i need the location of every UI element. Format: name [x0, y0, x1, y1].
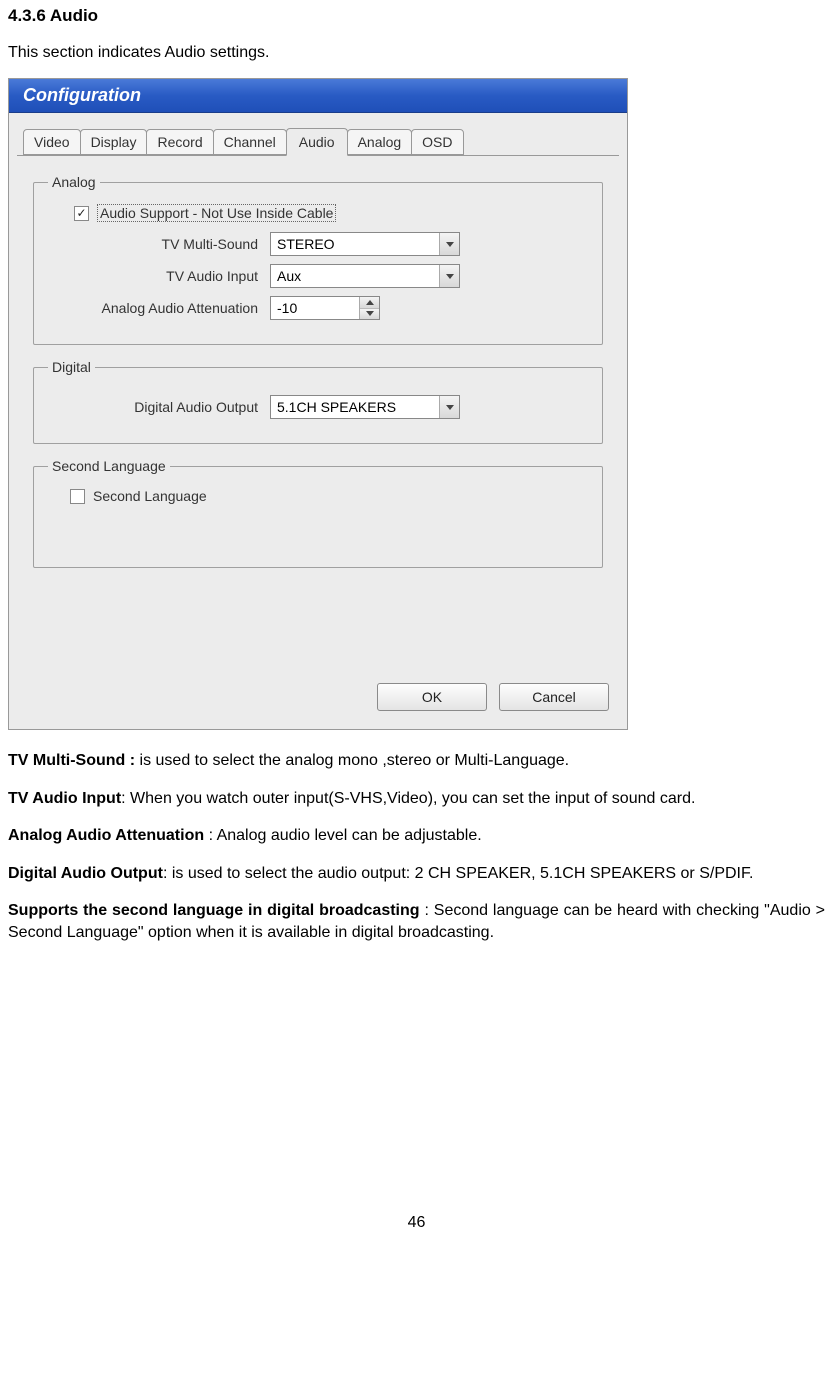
section-heading: 4.3.6 Audio — [8, 6, 825, 26]
group-analog-legend: Analog — [48, 174, 100, 190]
tv-audio-input-value: Aux — [277, 268, 301, 284]
chevron-down-icon — [439, 233, 459, 255]
audio-support-row: Audio Support - Not Use Inside Cable — [74, 204, 588, 222]
desc-tv-multi-sound: TV Multi-Sound : is used to select the a… — [8, 750, 825, 772]
group-second-language: Second Language Second Language — [33, 458, 603, 568]
audio-support-label: Audio Support - Not Use Inside Cable — [97, 204, 336, 222]
section-intro: This section indicates Audio settings. — [8, 44, 825, 62]
config-window: Configuration Video Display Record Chann… — [8, 78, 628, 730]
attenuation-label: Analog Audio Attenuation — [48, 300, 258, 316]
tv-multi-sound-label: TV Multi-Sound — [48, 236, 258, 252]
group-analog: Analog Audio Support - Not Use Inside Ca… — [33, 174, 603, 345]
second-language-checkbox[interactable] — [70, 489, 85, 504]
tv-audio-input-select[interactable]: Aux — [270, 264, 460, 288]
dialog-button-row: OK Cancel — [9, 675, 627, 711]
tab-display[interactable]: Display — [80, 129, 148, 155]
digital-output-value: 5.1CH SPEAKERS — [277, 399, 396, 415]
second-language-row: Second Language — [70, 488, 588, 504]
desc-second-language: Supports the second language in digital … — [8, 900, 825, 943]
tab-audio[interactable]: Audio — [286, 128, 348, 156]
tab-strip: Video Display Record Channel Audio Analo… — [9, 113, 627, 155]
tab-channel[interactable]: Channel — [213, 129, 287, 155]
chevron-down-icon — [439, 265, 459, 287]
desc-digital-output: Digital Audio Output: is used to select … — [8, 863, 825, 885]
desc-attenuation: Analog Audio Attenuation : Analog audio … — [8, 825, 825, 847]
cancel-button[interactable]: Cancel — [499, 683, 609, 711]
group-digital-legend: Digital — [48, 359, 95, 375]
audio-support-checkbox[interactable] — [74, 206, 89, 221]
digital-output-label: Digital Audio Output — [48, 399, 258, 415]
desc-tv-audio-input: TV Audio Input: When you watch outer inp… — [8, 788, 825, 810]
window-title: Configuration — [9, 79, 627, 113]
spinner-down-icon[interactable] — [360, 309, 379, 320]
tab-video[interactable]: Video — [23, 129, 81, 155]
page-number: 46 — [8, 1214, 825, 1232]
attenuation-spinner[interactable]: -10 — [270, 296, 380, 320]
tab-analog[interactable]: Analog — [347, 129, 413, 155]
digital-output-select[interactable]: 5.1CH SPEAKERS — [270, 395, 460, 419]
group-second-language-legend: Second Language — [48, 458, 170, 474]
tab-osd[interactable]: OSD — [411, 129, 463, 155]
tv-audio-input-label: TV Audio Input — [48, 268, 258, 284]
attenuation-value: -10 — [277, 300, 297, 316]
tv-multi-sound-select[interactable]: STEREO — [270, 232, 460, 256]
tab-record[interactable]: Record — [146, 129, 213, 155]
tab-panel-audio: Analog Audio Support - Not Use Inside Ca… — [17, 155, 619, 675]
spinner-up-icon[interactable] — [360, 297, 379, 309]
chevron-down-icon — [439, 396, 459, 418]
ok-button[interactable]: OK — [377, 683, 487, 711]
group-digital: Digital Digital Audio Output 5.1CH SPEAK… — [33, 359, 603, 444]
tv-multi-sound-value: STEREO — [277, 236, 335, 252]
second-language-label: Second Language — [93, 488, 207, 504]
